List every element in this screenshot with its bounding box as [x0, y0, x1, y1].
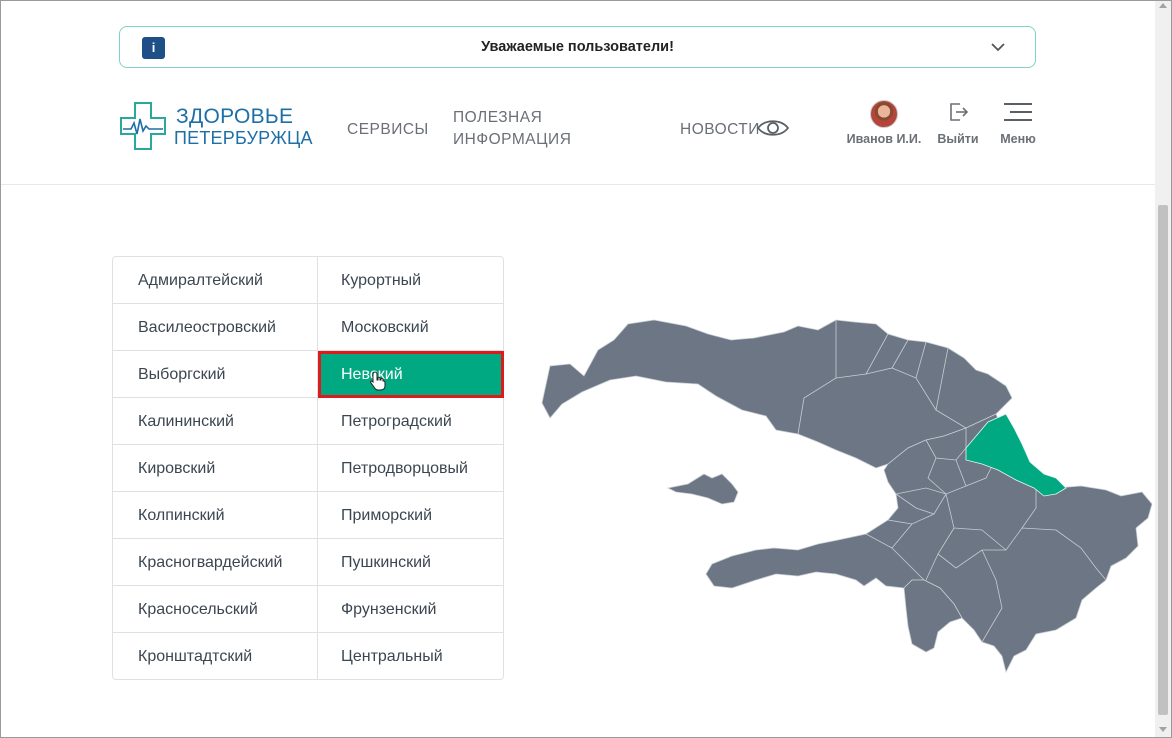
nav-services[interactable]: СЕРВИСЫ	[347, 119, 429, 141]
site-logo[interactable]: ЗДОРОВЬЕ ПЕТЕРБУРЖЦА	[119, 101, 313, 151]
district-kurortny[interactable]: Курортный	[318, 257, 504, 304]
hand-cursor-icon	[370, 371, 386, 391]
district-primorsky[interactable]: Приморский	[318, 492, 504, 539]
district-kolpinsky[interactable]: Колпинский	[113, 492, 318, 539]
medical-cross-icon	[120, 102, 166, 150]
user-name: Иванов И.И.	[846, 132, 922, 146]
scroll-up-arrow-icon[interactable]	[1159, 3, 1167, 8]
logo-line-2: ПЕТЕРБУРЖЦА	[174, 128, 313, 148]
menu-label: Меню	[1000, 132, 1036, 146]
nav-useful-line-2: ИНФОРМАЦИЯ	[453, 131, 572, 148]
district-vyborgsky[interactable]: Выборгский	[113, 351, 318, 398]
menu-button[interactable]: Меню	[996, 100, 1040, 146]
user-profile[interactable]: Иванов И.И.	[845, 100, 923, 146]
logo-line-1: ЗДОРОВЬЕ	[176, 105, 294, 128]
district-tsentralny[interactable]: Центральный	[318, 633, 504, 680]
scroll-down-arrow-icon[interactable]	[1159, 727, 1167, 732]
district-moskovsky[interactable]: Московский	[318, 304, 504, 351]
district-petrodvortsovy[interactable]: Петродворцовый	[318, 445, 504, 492]
district-admiralteysky[interactable]: Адмиралтейский	[113, 257, 318, 304]
logout-label: Выйти	[937, 132, 979, 146]
notice-title: Уважаемые пользователи!	[481, 39, 674, 55]
header-divider	[0, 184, 1156, 185]
notice-banner[interactable]: i Уважаемые пользователи!	[119, 26, 1036, 68]
district-pushkinsky[interactable]: Пушкинский	[318, 539, 504, 586]
chevron-down-icon[interactable]	[989, 38, 1007, 56]
nav-useful-info[interactable]: ПОЛЕЗНАЯ ИНФОРМАЦИЯ	[453, 107, 571, 151]
district-map[interactable]	[536, 318, 1156, 674]
district-kirovsky[interactable]: Кировский	[113, 445, 318, 492]
district-petrogradsky[interactable]: Петроградский	[318, 398, 504, 445]
eye-icon[interactable]	[757, 118, 789, 138]
logout-icon	[950, 103, 969, 121]
map-kronshtadt-island	[666, 473, 739, 505]
district-nevsky[interactable]: Невский	[318, 351, 504, 398]
scrollbar[interactable]	[1155, 0, 1171, 738]
avatar	[870, 100, 898, 128]
nav-news[interactable]: НОВОСТИ	[680, 119, 760, 141]
district-kalininsky[interactable]: Калининский	[113, 398, 318, 445]
district-list: Адмиралтейский Курортный Василеостровски…	[112, 256, 504, 680]
hamburger-icon	[1004, 103, 1032, 121]
district-krasnoselsky[interactable]: Красносельский	[113, 586, 318, 633]
district-krasnogvardeysky[interactable]: Красногвардейский	[113, 539, 318, 586]
logout-button[interactable]: Выйти	[935, 100, 981, 146]
nav-useful-line-1: ПОЛЕЗНАЯ	[453, 109, 543, 126]
district-frunzensky[interactable]: Фрунзенский	[318, 586, 504, 633]
district-vasileostrovsky[interactable]: Василеостровский	[113, 304, 318, 351]
scroll-thumb[interactable]	[1158, 205, 1168, 715]
district-kronshtadtsky[interactable]: Кронштадтский	[113, 633, 318, 680]
